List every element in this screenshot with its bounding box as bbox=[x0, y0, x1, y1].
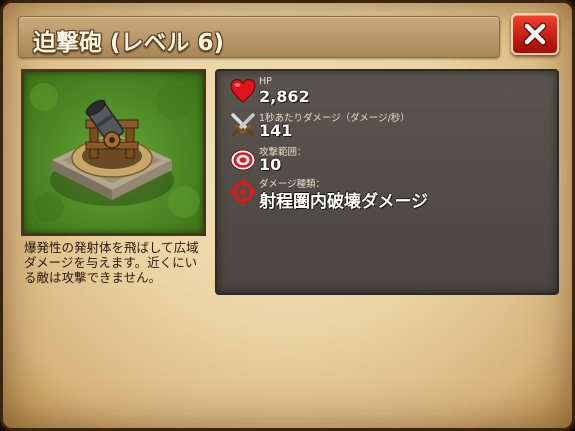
stat-value: 射程圏内破壊ダメージ bbox=[259, 192, 429, 212]
close-button[interactable] bbox=[511, 13, 559, 55]
target-icon bbox=[230, 149, 256, 171]
dialog-title: 迫撃砲 (レベル 6) bbox=[33, 30, 225, 56]
crossed-swords-icon bbox=[231, 113, 255, 137]
stat-value: 10 bbox=[259, 155, 282, 174]
title-bar: 迫撃砲 (レベル 6) bbox=[18, 16, 500, 58]
building-description: 爆発性の発射体を飛ばして広域ダメージを与えます。近くにいる敵は攻撃できません。 bbox=[24, 240, 199, 285]
heart-icon bbox=[230, 78, 256, 103]
building-info-dialog: 迫撃砲 (レベル 6) 爆発性の発射体を飛ばして広域ダメージを与えます。近くにい… bbox=[0, 0, 575, 431]
stat-value: 141 bbox=[259, 121, 293, 140]
building-image-frame bbox=[21, 69, 206, 236]
mortar-building-image bbox=[30, 83, 200, 222]
close-x-icon bbox=[523, 22, 547, 46]
stat-value: 2,862 bbox=[259, 87, 310, 106]
stats-panel: HP 2,862 1秒あたりダメージ（ダメージ/秒） 141 攻撃範囲： 10 bbox=[215, 69, 559, 295]
stat-label: HP bbox=[259, 76, 272, 87]
crosshair-icon bbox=[230, 179, 256, 205]
